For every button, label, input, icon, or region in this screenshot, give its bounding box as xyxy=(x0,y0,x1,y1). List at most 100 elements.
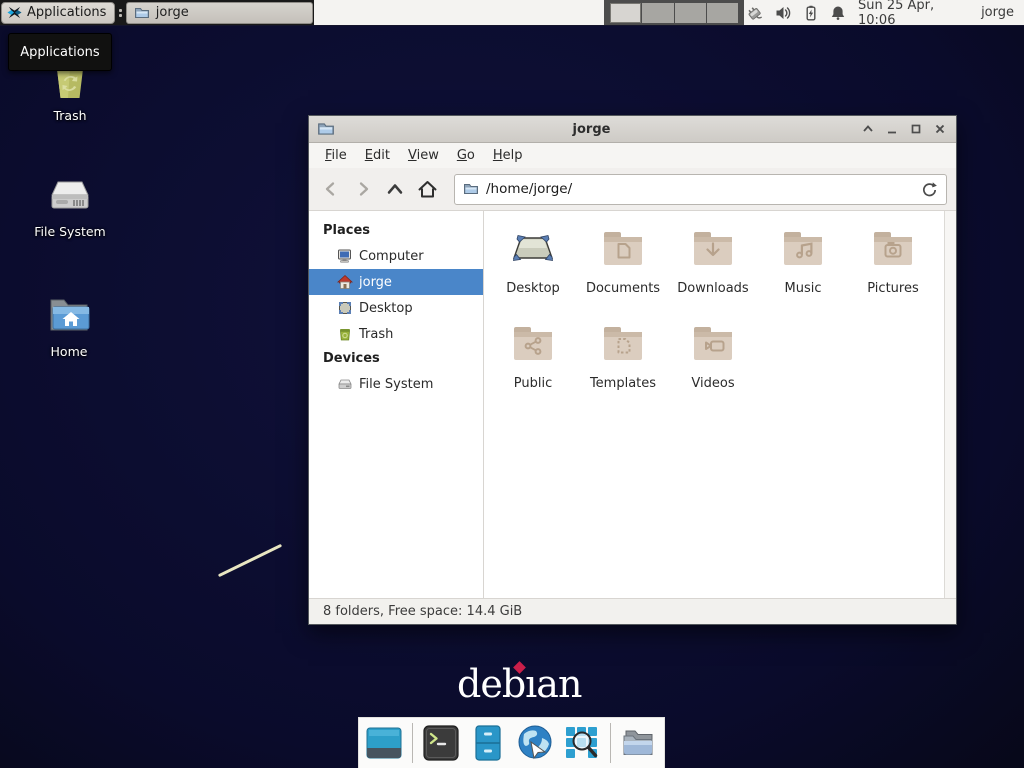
panel-user-label[interactable]: jorge xyxy=(981,5,1014,20)
panel-clock[interactable]: Sun 25 Apr, 10:06 xyxy=(858,0,969,28)
file-manager-launcher[interactable] xyxy=(469,723,507,763)
window-titlebar[interactable]: jorge xyxy=(309,116,956,143)
shade-button[interactable] xyxy=(860,121,876,137)
desktop-icon-label: Trash xyxy=(53,108,86,123)
file-cabinet-icon xyxy=(469,724,507,762)
notifications-icon[interactable] xyxy=(830,5,846,21)
applications-menu-label: Applications xyxy=(27,5,106,20)
music-folder-icon xyxy=(779,225,827,273)
window-icon xyxy=(317,120,335,138)
sidebar-item-jorge[interactable]: jorge xyxy=(309,269,483,295)
reload-button[interactable] xyxy=(921,181,938,198)
folder-label: Public xyxy=(514,376,552,391)
app-finder-launcher[interactable] xyxy=(563,723,601,763)
panel-left-zone: Applications jorge xyxy=(0,0,314,25)
vertical-scrollbar[interactable] xyxy=(944,211,956,598)
current-path[interactable]: /home/jorge/ xyxy=(486,181,914,197)
menu-view[interactable]: View xyxy=(399,145,448,166)
desktop-icon-label: Home xyxy=(51,344,88,359)
terminal-launcher[interactable] xyxy=(422,723,460,763)
battery-icon[interactable] xyxy=(803,5,819,21)
folder-label: Videos xyxy=(691,376,734,391)
dock-separator xyxy=(412,723,413,763)
sidebar-item-label: File System xyxy=(359,377,433,392)
workspace-switcher xyxy=(604,0,744,25)
folder-label: Music xyxy=(785,281,822,296)
debian-logo: debıan xyxy=(457,662,581,706)
statusbar: 8 folders, Free space: 14.4 GiB xyxy=(309,598,956,624)
taskbar-window-button[interactable]: jorge xyxy=(126,2,313,24)
templates-folder-icon xyxy=(599,320,647,368)
location-bar[interactable]: /home/jorge/ xyxy=(454,174,947,205)
panel-separator xyxy=(116,0,124,25)
folder-item-music[interactable]: Music xyxy=(758,225,848,296)
web-browser-launcher[interactable] xyxy=(516,723,554,763)
network-icon[interactable] xyxy=(744,4,764,22)
folder-item-desktop[interactable]: Desktop xyxy=(488,225,578,296)
back-button[interactable] xyxy=(318,176,344,202)
folder-label: Downloads xyxy=(677,281,748,296)
folder-item-templates[interactable]: Templates xyxy=(578,320,668,391)
sidebar-item-label: Trash xyxy=(359,327,393,342)
web-browser-icon xyxy=(516,724,554,762)
tooltip-text: Applications xyxy=(20,45,99,60)
home-button[interactable] xyxy=(414,176,440,202)
status-text: 8 folders, Free space: 14.4 GiB xyxy=(323,604,522,619)
documents-folder-icon xyxy=(599,225,647,273)
show-desktop-button[interactable] xyxy=(365,723,403,763)
directory-menu-launcher[interactable] xyxy=(620,723,658,763)
folder-item-public[interactable]: Public xyxy=(488,320,578,391)
top-panel: Applications jorge xyxy=(0,0,1024,26)
menu-file[interactable]: File xyxy=(316,145,356,166)
folder-label: Desktop xyxy=(506,281,560,296)
volume-icon[interactable] xyxy=(775,5,792,21)
folder-item-pictures[interactable]: Pictures xyxy=(848,225,938,296)
folder-stack-icon xyxy=(620,724,658,762)
file-manager-window: jorge File Edit View Go Help xyxy=(308,115,957,625)
menubar: File Edit View Go Help xyxy=(309,143,956,168)
menu-go[interactable]: Go xyxy=(448,145,484,166)
app-finder-icon xyxy=(563,724,601,762)
sidebar-item-computer[interactable]: Computer xyxy=(309,243,483,269)
up-button[interactable] xyxy=(382,176,408,202)
applications-tooltip: Applications xyxy=(8,33,112,71)
drive-icon xyxy=(46,170,94,218)
workspace-3[interactable] xyxy=(675,3,706,23)
folder-item-documents[interactable]: Documents xyxy=(578,225,668,296)
workspace-4[interactable] xyxy=(707,3,738,23)
menu-help[interactable]: Help xyxy=(484,145,532,166)
folder-label: Templates xyxy=(590,376,656,391)
applications-menu-button[interactable]: Applications xyxy=(1,2,115,24)
debian-logo-text: an xyxy=(536,662,581,706)
workspace-2[interactable] xyxy=(642,3,673,23)
sidebar-header-devices: Devices xyxy=(309,347,483,371)
computer-icon xyxy=(337,248,353,264)
sidebar-header-places: Places xyxy=(309,219,483,243)
folder-item-downloads[interactable]: Downloads xyxy=(668,225,758,296)
window-title: jorge xyxy=(335,122,860,137)
sidebar-item-trash[interactable]: Trash xyxy=(309,321,483,347)
folder-item-videos[interactable]: Videos xyxy=(668,320,758,391)
maximize-button[interactable] xyxy=(908,121,924,137)
folder-view[interactable]: Desktop Documents Downloads xyxy=(484,211,944,598)
minimize-button[interactable] xyxy=(884,121,900,137)
sidebar-item-file-system[interactable]: File System xyxy=(309,371,483,397)
close-button[interactable] xyxy=(932,121,948,137)
trash-icon xyxy=(337,326,353,342)
folder-icon xyxy=(134,5,150,21)
folder-icon xyxy=(463,181,479,197)
workspace-1[interactable] xyxy=(610,3,641,23)
folder-label: Pictures xyxy=(867,281,918,296)
terminal-icon xyxy=(422,724,460,762)
public-folder-icon xyxy=(509,320,557,368)
sidebar-item-label: Desktop xyxy=(359,301,413,316)
forward-button[interactable] xyxy=(350,176,376,202)
folder-label: Documents xyxy=(586,281,660,296)
menu-edit[interactable]: Edit xyxy=(356,145,399,166)
debian-logo-i: ı xyxy=(525,662,536,706)
desktop-icon-file-system[interactable]: File System xyxy=(22,170,118,239)
home-icon xyxy=(337,274,353,290)
sidebar-item-desktop[interactable]: Desktop xyxy=(309,295,483,321)
videos-folder-icon xyxy=(689,320,737,368)
desktop-icon-home[interactable]: Home xyxy=(21,290,117,359)
